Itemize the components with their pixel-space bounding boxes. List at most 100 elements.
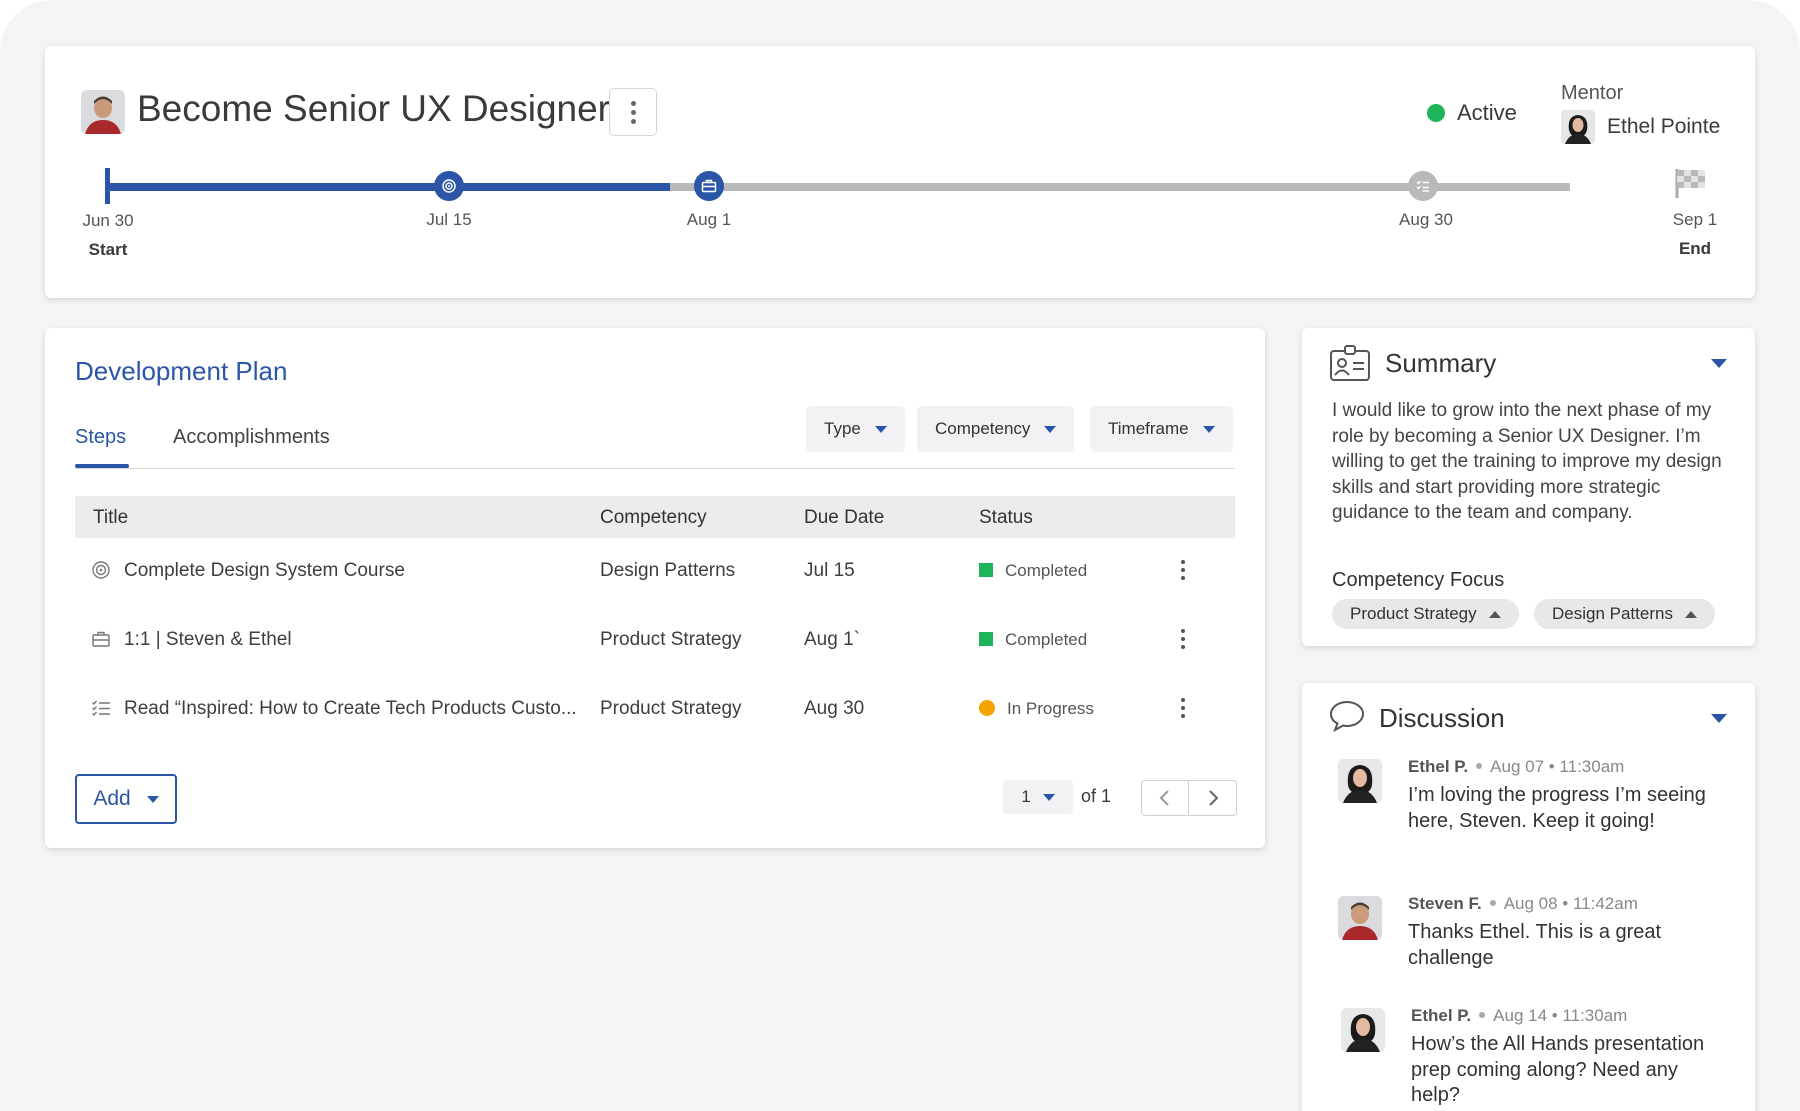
timeframe-filter-label: Timeframe — [1108, 419, 1189, 438]
chevron-left-icon — [1159, 790, 1169, 806]
speech-bubble-icon — [1329, 699, 1365, 738]
completed-status-icon — [979, 563, 993, 577]
next-page-button[interactable] — [1189, 781, 1236, 815]
message-header: Steven F. Aug 08 • 11:42am — [1408, 894, 1638, 914]
summary-title: Summary — [1385, 348, 1497, 378]
step-status: In Progress — [979, 698, 1094, 720]
tab-divider — [75, 468, 1235, 469]
column-header-due-date[interactable]: Due Date — [804, 507, 884, 529]
row-more-icon[interactable] — [1181, 560, 1185, 580]
message-author: Ethel P. — [1411, 1006, 1472, 1025]
competency-chip[interactable]: Design Patterns — [1534, 599, 1715, 629]
caret-down-icon — [1202, 425, 1215, 433]
development-plan-card: Development Plan Steps Accomplishments T… — [45, 328, 1265, 848]
competency-filter-label: Competency — [935, 419, 1031, 438]
step-due-date: Aug 30 — [804, 698, 865, 719]
timeframe-filter[interactable]: Timeframe — [1090, 406, 1233, 452]
summary-collapse-caret-icon[interactable] — [1711, 359, 1727, 368]
column-header-status[interactable]: Status — [979, 507, 1033, 529]
table-row[interactable]: Read “Inspired: How to Create Tech Produ… — [75, 676, 1235, 744]
message-text: Thanks Ethel. This is a great challenge — [1408, 921, 1662, 969]
pagination-controls — [1141, 780, 1237, 816]
mentor-avatar — [1561, 110, 1595, 144]
step-competency: Design Patterns — [600, 560, 736, 581]
table-row[interactable]: Complete Design System Course Design Pat… — [75, 538, 1235, 606]
message-header: Ethel P. Aug 07 • 11:30am — [1408, 757, 1624, 777]
user-avatar — [81, 90, 125, 134]
competency-filter[interactable]: Competency — [917, 406, 1075, 452]
milestone-checklist-icon[interactable] — [1408, 171, 1438, 201]
add-step-button[interactable]: Add — [75, 774, 177, 824]
milestone-date: Jun 30 — [82, 211, 134, 230]
type-filter[interactable]: Type — [806, 406, 905, 452]
completed-status-icon — [979, 632, 993, 646]
summary-text: I would like to grow into the next phase… — [1332, 400, 1722, 523]
competency-chip[interactable]: Product Strategy — [1332, 599, 1519, 629]
row-more-icon[interactable] — [1181, 698, 1185, 718]
step-status: Completed — [979, 629, 1087, 651]
competency-focus-label: Competency Focus — [1332, 569, 1505, 591]
step-status-label: Completed — [1005, 630, 1088, 649]
separator-dot-icon — [1489, 900, 1496, 906]
checklist-icon — [91, 698, 111, 718]
mentor[interactable]: Ethel Pointe — [1561, 110, 1720, 144]
app-background: Become Senior UX Designer Active Mentor … — [0, 0, 1800, 1111]
discussion-title: Discussion — [1379, 703, 1505, 733]
step-competency: Product Strategy — [600, 698, 742, 719]
milestone-date: Aug 30 — [1399, 210, 1453, 229]
message-time: Aug 14 • 11:30am — [1493, 1006, 1628, 1025]
step-competency: Product Strategy — [600, 629, 742, 650]
step-title: Complete Design System Course — [124, 560, 405, 581]
milestone-date: Aug 1 — [686, 210, 732, 229]
timeline-completed-track — [108, 183, 670, 191]
previous-page-button[interactable] — [1142, 781, 1190, 815]
current-page: 1 — [1021, 787, 1031, 806]
chip-label: Product Strategy — [1350, 604, 1477, 623]
message-text: I’m loving the progress I’m seeing here,… — [1408, 784, 1706, 832]
briefcase-icon — [91, 629, 111, 649]
id-card-icon — [1329, 344, 1371, 387]
mentor-name: Ethel Pointe — [1607, 115, 1721, 138]
step-title: Read “Inspired: How to Create Tech Produ… — [124, 698, 577, 719]
table-row[interactable]: 1:1 | Steven & Ethel Product Strategy Au… — [75, 607, 1235, 675]
row-more-icon[interactable] — [1181, 629, 1185, 649]
in-progress-status-icon — [979, 700, 995, 716]
message-time: Aug 07 • 11:30am — [1490, 757, 1625, 776]
step-due-date: Jul 15 — [804, 560, 855, 581]
column-header-competency[interactable]: Competency — [600, 507, 707, 529]
caret-down-icon — [146, 795, 159, 803]
tab-accomplishments[interactable]: Accomplishments — [173, 426, 330, 449]
discussion-collapse-caret-icon[interactable] — [1711, 714, 1727, 723]
caret-up-icon — [1684, 610, 1697, 618]
page-select[interactable]: 1 — [1003, 780, 1073, 814]
step-status-label: In Progress — [1007, 699, 1094, 718]
step-status: Completed — [979, 560, 1087, 582]
goal-more-button[interactable] — [609, 88, 657, 136]
chevron-right-icon — [1208, 790, 1218, 806]
type-filter-label: Type — [824, 419, 861, 438]
tab-steps[interactable]: Steps — [75, 426, 126, 449]
more-vertical-icon — [610, 89, 656, 135]
active-status-dot-icon — [1427, 104, 1445, 122]
milestone-date: Sep 1 — [1672, 210, 1718, 229]
milestone-date: Jul 15 — [426, 210, 472, 229]
steven-avatar — [1338, 896, 1382, 940]
column-header-title[interactable]: Title — [93, 507, 128, 529]
target-icon — [91, 560, 111, 580]
caret-down-icon — [874, 425, 887, 433]
mentor-label: Mentor — [1561, 82, 1624, 104]
separator-dot-icon — [1479, 1012, 1486, 1018]
timeline-end-flag-icon — [1674, 166, 1708, 205]
status-label: Active — [1457, 100, 1517, 125]
milestone-end-label: End — [1678, 239, 1712, 258]
step-due-date: Aug 1` — [804, 629, 860, 650]
message-author: Ethel P. — [1408, 757, 1469, 776]
milestone-start-label: Start — [88, 240, 128, 259]
ethel-avatar — [1338, 759, 1382, 803]
caret-up-icon — [1488, 610, 1501, 618]
milestone-briefcase-icon[interactable] — [694, 171, 724, 201]
milestone-target-icon[interactable] — [434, 171, 464, 201]
caret-down-icon — [1044, 425, 1057, 433]
step-title: 1:1 | Steven & Ethel — [124, 629, 292, 650]
separator-dot-icon — [1476, 763, 1483, 769]
